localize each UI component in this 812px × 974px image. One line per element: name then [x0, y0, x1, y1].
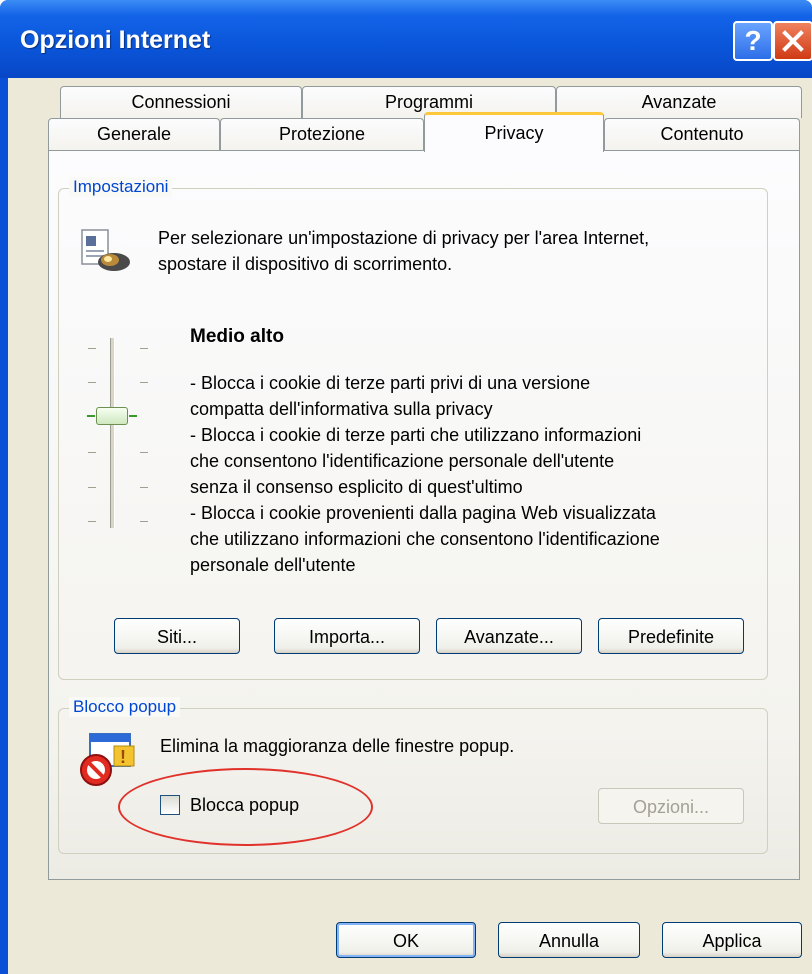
detail-line: - Blocca i cookie provenienti dalla pagi…: [190, 503, 656, 523]
import-button-label: Importa...: [308, 627, 386, 647]
slider-track[interactable]: [110, 338, 115, 528]
detail-line: - Blocca i cookie di terze parti privi d…: [190, 373, 591, 393]
detail-line: che consentono l'identificazione persona…: [190, 451, 615, 471]
popup-options-button-label: Opzioni...: [632, 797, 710, 817]
advanced-button[interactable]: Avanzate...: [436, 618, 582, 654]
import-button[interactable]: Importa...: [274, 618, 420, 654]
slider-tick: [88, 452, 96, 453]
ok-button[interactable]: OK: [336, 922, 476, 958]
help-button[interactable]: ?: [733, 21, 773, 61]
defaults-button[interactable]: Predefinite: [598, 618, 744, 654]
window-title: Opzioni Internet: [20, 26, 211, 54]
tab-label: Generale: [96, 124, 172, 144]
settings-legend: Impostazioni: [69, 177, 173, 197]
close-icon: [782, 30, 804, 52]
apply-button[interactable]: Applica: [662, 922, 802, 958]
svg-text:!: !: [120, 747, 126, 767]
popup-options-button[interactable]: Opzioni...: [598, 788, 744, 824]
privacy-settings-icon: [81, 229, 130, 271]
detail-line: senza il consenso esplicito di quest'ult…: [190, 477, 523, 497]
slider-thumb[interactable]: [87, 407, 137, 425]
tab-label: Privacy: [484, 123, 544, 143]
defaults-button-label: Predefinite: [627, 627, 715, 647]
tab-label: Programmi: [384, 92, 473, 112]
settings-description-line1: Per selezionare un'impostazione di priva…: [158, 228, 650, 248]
slider-tick: [140, 452, 148, 453]
popup-blocker-legend: Blocco popup: [69, 697, 181, 717]
apply-button-label: Applica: [702, 931, 762, 951]
slider-tick: [88, 382, 96, 383]
help-icon: ?: [744, 25, 762, 56]
slider-tick: [140, 382, 148, 383]
detail-line: - Blocca i cookie di terze parti che uti…: [190, 425, 642, 445]
tab-contenuto[interactable]: Contenuto: [604, 118, 800, 150]
annotation-highlight-ellipse: [118, 768, 373, 846]
slider-tick: [140, 348, 148, 349]
settings-description-line2: spostare il dispositivo di scorrimento.: [158, 254, 453, 274]
tab-generale[interactable]: Generale: [48, 118, 220, 150]
tab-label: Contenuto: [660, 124, 744, 144]
sites-button-label: Siti...: [156, 627, 197, 647]
popup-description: Elimina la maggioranza delle finestre po…: [160, 736, 515, 756]
tab-label: Protezione: [278, 124, 366, 144]
tab-protezione[interactable]: Protezione: [220, 118, 424, 150]
slider-tick: [140, 521, 148, 522]
ok-button-label: OK: [392, 931, 419, 951]
slider-tick: [140, 487, 148, 488]
privacy-level-title: Medio alto: [190, 326, 284, 347]
detail-line: personale dell'utente: [190, 555, 356, 575]
popup-blocker-icon: !: [80, 733, 135, 786]
cancel-button-label: Annulla: [538, 931, 600, 951]
privacy-level-details: - Blocca i cookie di terze parti privi d…: [190, 370, 760, 578]
detail-line: compatta dell'informativa sulla privacy: [190, 399, 493, 419]
close-button[interactable]: [773, 21, 812, 61]
tab-label: Avanzate: [641, 92, 717, 112]
slider-tick: [88, 487, 96, 488]
sites-button[interactable]: Siti...: [114, 618, 240, 654]
tab-privacy[interactable]: Privacy: [424, 112, 604, 152]
title-bar[interactable]: Opzioni Internet ?: [0, 0, 812, 78]
tab-label: Connessioni: [131, 92, 231, 112]
slider-tick: [88, 348, 96, 349]
cancel-button[interactable]: Annulla: [498, 922, 640, 958]
detail-line: che utilizzano informazioni che consento…: [190, 529, 660, 549]
tab-connessioni[interactable]: Connessioni: [60, 86, 302, 118]
advanced-button-label: Avanzate...: [464, 627, 554, 647]
slider-tick: [88, 521, 96, 522]
